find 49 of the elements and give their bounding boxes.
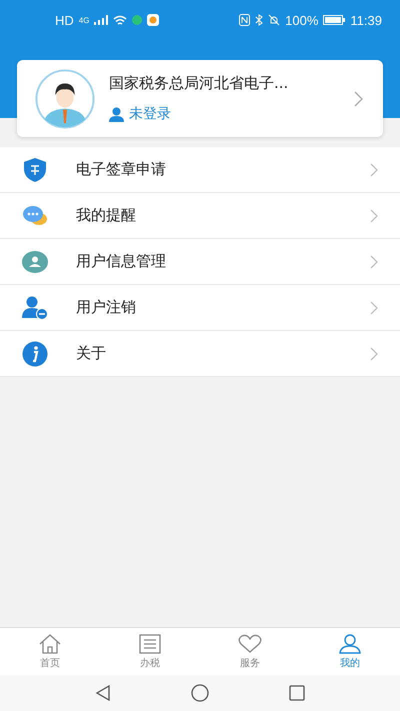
tab-bar-item[interactable]: 服务 — [200, 628, 300, 675]
battery-icon — [323, 15, 346, 25]
menu-label: 我的提醒 — [76, 206, 137, 225]
hd-indicator: HD — [55, 12, 74, 28]
chevron-right-icon — [370, 254, 378, 268]
profile-card[interactable]: 国家税务总局河北省电子... 未登录 — [17, 60, 383, 137]
chevron-right-icon — [370, 162, 378, 176]
organization-name: 国家税务总局河北省电子... — [109, 74, 290, 93]
battery-percent: 100% — [285, 12, 318, 28]
chevron-right-icon — [370, 208, 378, 222]
list-icon — [139, 634, 161, 654]
back-icon[interactable] — [95, 685, 111, 701]
chevron-right-icon — [354, 90, 363, 106]
home-circle-icon[interactable] — [191, 684, 209, 702]
menu-label: 用户注销 — [76, 298, 137, 317]
user-remove-icon — [22, 296, 48, 320]
menu-label: 用户信息管理 — [76, 252, 167, 271]
info-icon — [22, 340, 48, 366]
menu-item[interactable]: 关于 — [0, 331, 400, 377]
tab-bar-item[interactable]: 首页 — [0, 628, 100, 675]
nfc-icon — [239, 14, 250, 26]
shield-icon — [22, 156, 48, 182]
network-indicator: 4G — [78, 16, 90, 24]
chevron-right-icon — [370, 300, 378, 314]
avatar-drawing — [35, 68, 95, 128]
user-icon — [339, 634, 361, 654]
heart-icon — [238, 634, 262, 654]
clock-time: 11:39 — [350, 12, 382, 28]
menu-item[interactable]: 用户注销 — [0, 285, 400, 331]
menu-item[interactable]: 我的提醒 — [0, 193, 400, 239]
app-icon — [147, 14, 160, 26]
menu-item[interactable]: 用户信息管理 — [0, 239, 400, 285]
chevron-right-icon — [370, 346, 378, 360]
menu-item[interactable]: 电子签章申请 — [0, 147, 400, 193]
user-icon — [109, 106, 124, 122]
wifi-icon — [113, 14, 128, 26]
recents-icon[interactable] — [289, 685, 305, 701]
chat-bubbles-icon — [22, 204, 48, 228]
menu-label: 电子签章申请 — [76, 160, 167, 179]
signal-icon — [94, 15, 108, 25]
home-icon — [39, 634, 61, 654]
tab-bar-item[interactable]: 我的 — [300, 628, 400, 675]
user-icon — [22, 250, 48, 272]
login-status: 未登录 — [129, 105, 171, 123]
bell-muted-icon — [268, 14, 280, 26]
app-icon — [132, 15, 142, 25]
menu-label: 关于 — [76, 344, 107, 363]
tab-bar-item[interactable]: 办税 — [100, 628, 200, 675]
bluetooth-icon — [255, 14, 264, 26]
